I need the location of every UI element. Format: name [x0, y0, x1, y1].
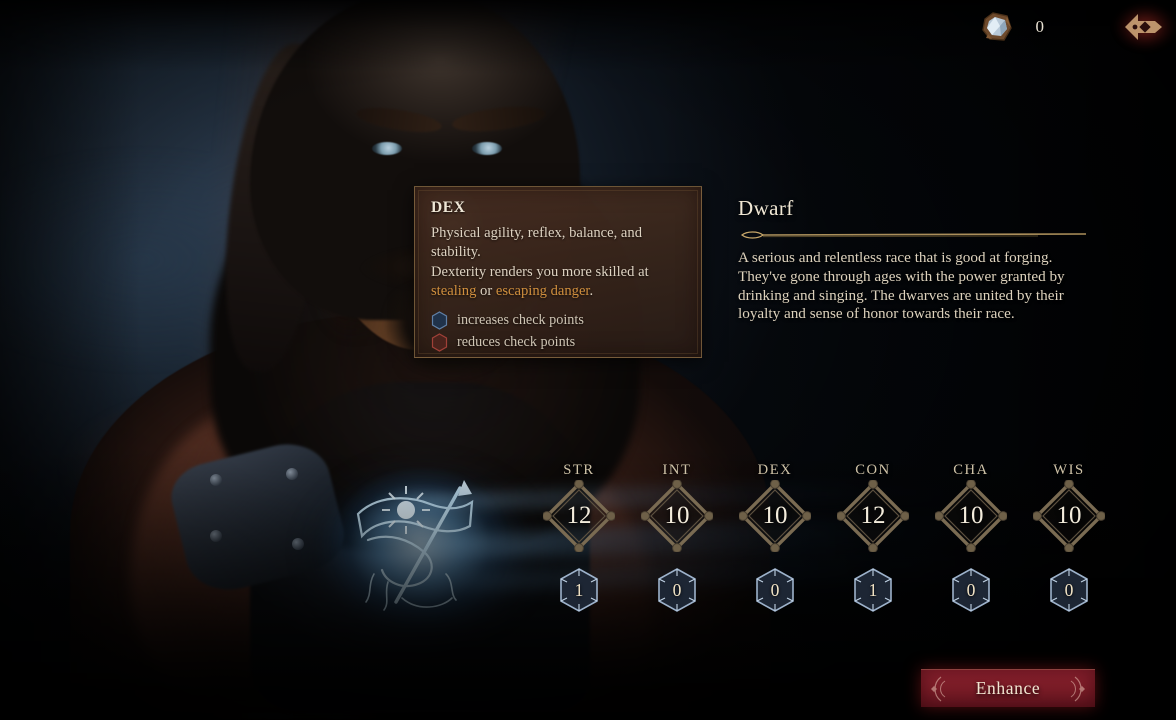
top-bar: 0: [0, 0, 1176, 60]
modifier-value-con: 1: [868, 579, 878, 600]
tooltip-conjunction: or: [476, 283, 496, 300]
attributes-panel: STR 12 INT 10 DEX 10 CON 12 CHA 10 WIS 1…: [530, 462, 1118, 622]
tooltip-highlight-stealing: stealing: [431, 283, 477, 300]
stat-label-dex: DEX: [757, 462, 793, 478]
hexagon-blue-icon: [431, 310, 448, 330]
modifier-frame-int: 0: [655, 566, 699, 614]
currency-display: 0: [978, 8, 1054, 46]
modifier-block-wis[interactable]: 0: [1020, 566, 1118, 614]
race-title: Dwarf: [738, 196, 794, 220]
currency-value: 0: [1035, 17, 1045, 36]
ornamental-divider: [741, 231, 1087, 239]
modifier-frame-dex: 0: [753, 566, 797, 614]
character-creation-screen: 0 DEX Physical agility, reflex, balance,…: [0, 0, 1176, 720]
modifier-block-dex[interactable]: 0: [726, 566, 824, 614]
modifier-frame-wis: 0: [1047, 566, 1091, 614]
arrow-emblem-button[interactable]: [1110, 0, 1176, 60]
stat-frame-cha: 10: [935, 480, 1007, 552]
legend-label-reduce: reduces check points: [457, 333, 576, 350]
stat-value-str: 12: [566, 502, 592, 529]
hexagon-red-icon: [431, 332, 448, 352]
modifier-value-dex: 0: [770, 579, 780, 600]
stat-frame-str: 12: [543, 480, 615, 552]
stat-value-dex: 10: [762, 502, 788, 529]
stat-block-dex[interactable]: DEX 10: [726, 462, 824, 552]
stat-tooltip: DEX Physical agility, reflex, balance, a…: [414, 186, 702, 358]
race-panel: Dwarf A serious and relentless race that…: [738, 196, 1098, 324]
stat-value-cha: 10: [958, 502, 984, 529]
stat-block-con[interactable]: CON 12: [824, 462, 922, 552]
stat-block-cha[interactable]: CHA 10: [922, 462, 1020, 552]
enhance-button[interactable]: Enhance: [921, 669, 1095, 707]
stat-value-wis: 10: [1056, 502, 1082, 529]
stat-label-wis: WIS: [1053, 462, 1085, 478]
button-ornament-left-icon: [931, 676, 946, 702]
stat-frame-con: 12: [837, 480, 909, 552]
gem-icon: [982, 12, 1012, 41]
stat-frame-dex: 10: [739, 480, 811, 552]
modifier-frame-cha: 0: [949, 566, 993, 614]
bracer-stud: [210, 530, 222, 542]
stat-label-str: STR: [563, 462, 595, 478]
tooltip-title: DEX: [431, 199, 466, 216]
stat-label-int: INT: [662, 462, 692, 478]
enhance-button-label: Enhance: [975, 678, 1041, 698]
button-ornament-right-icon: [1070, 676, 1085, 702]
legend-row-reduce: reduces check points: [431, 332, 687, 352]
stat-frame-int: 10: [641, 480, 713, 552]
tooltip-legend: increases check points reduces check poi…: [431, 310, 687, 352]
tooltip-highlight-escaping: escaping danger: [495, 283, 590, 300]
arrow-emblem-icon: [1125, 14, 1162, 40]
modifier-frame-con: 1: [851, 566, 895, 614]
tooltip-line-1: Physical agility, reflex, balance, and s…: [431, 225, 642, 261]
race-description: A serious and relentless race that is go…: [738, 249, 1065, 323]
modifier-block-str[interactable]: 1: [530, 566, 628, 614]
tooltip-body: Physical agility, reflex, balance, and s…: [431, 224, 687, 302]
stat-value-con: 12: [860, 502, 886, 529]
character-eye-left: [372, 142, 402, 155]
modifier-block-con[interactable]: 1: [824, 566, 922, 614]
modifier-value-str: 1: [574, 579, 584, 600]
legend-row-increase: increases check points: [431, 310, 687, 330]
legend-label-increase: increases check points: [457, 311, 584, 328]
stat-block-wis[interactable]: WIS 10: [1020, 462, 1118, 552]
modifier-value-int: 0: [672, 579, 682, 600]
bracer-stud: [210, 474, 222, 486]
stat-block-str[interactable]: STR 12: [530, 462, 628, 552]
modifier-block-cha[interactable]: 0: [922, 566, 1020, 614]
character-eye-right: [472, 142, 502, 155]
tooltip-line-2-prefix: Dexterity renders you more skilled at: [431, 263, 649, 280]
stat-frame-wis: 10: [1033, 480, 1105, 552]
modifier-value-cha: 0: [966, 579, 976, 600]
stat-block-int[interactable]: INT 10: [628, 462, 726, 552]
modifier-block-int[interactable]: 0: [628, 566, 726, 614]
stat-label-cha: CHA: [953, 462, 989, 478]
stat-value-int: 10: [664, 502, 690, 529]
stat-label-con: CON: [855, 462, 891, 478]
tooltip-line-2-suffix: .: [589, 283, 594, 300]
modifier-value-wis: 0: [1064, 579, 1074, 600]
modifier-frame-str: 1: [557, 566, 601, 614]
